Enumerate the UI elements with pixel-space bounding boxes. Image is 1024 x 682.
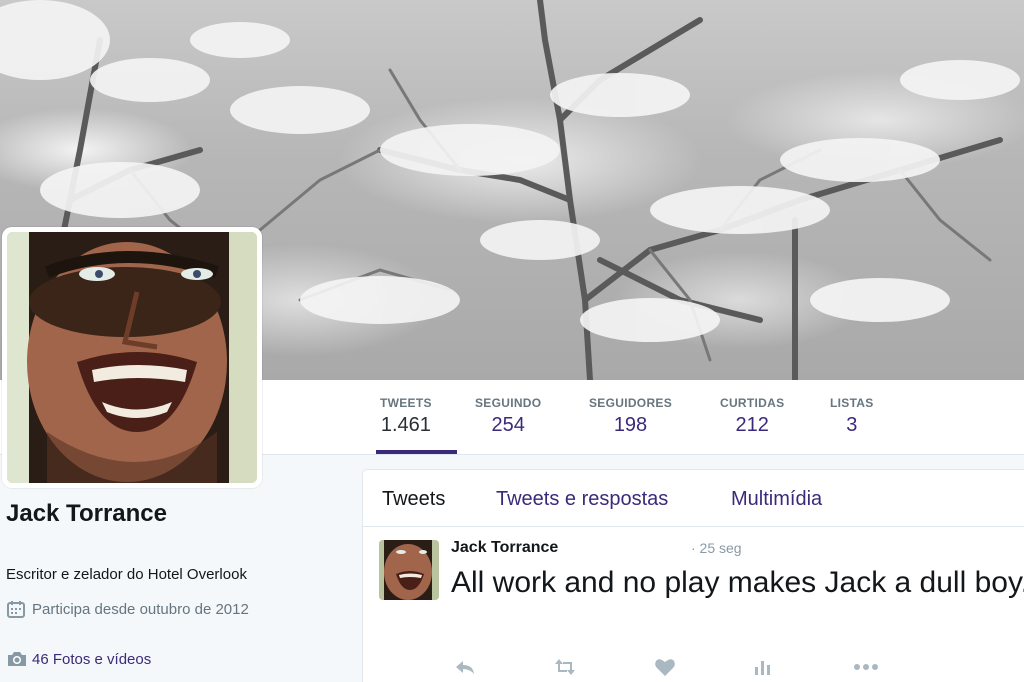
- stat-following[interactable]: SEGUINDO 254: [475, 396, 541, 437]
- avatar-photo: [7, 232, 257, 483]
- tweet-avatar[interactable]: [379, 540, 439, 600]
- photos-videos-link[interactable]: 46 Fotos e vídeos: [6, 649, 346, 669]
- stat-value: 254: [491, 414, 525, 436]
- stat-tweets[interactable]: TWEETS 1.461: [380, 396, 432, 437]
- stat-label: SEGUIDORES: [589, 396, 673, 410]
- analytics-icon[interactable]: [751, 655, 775, 679]
- stat-label: SEGUINDO: [475, 396, 542, 410]
- stat-value: 212: [735, 414, 769, 436]
- stat-lists[interactable]: LISTAS 3: [830, 396, 874, 437]
- timeline: Tweets Tweets e respostas Multimídia Jac…: [362, 469, 1024, 682]
- active-stat-indicator: [376, 450, 457, 454]
- tweet-actions: [451, 655, 891, 679]
- retweet-icon[interactable]: [553, 655, 577, 679]
- tab-media[interactable]: Multimídia: [731, 488, 822, 511]
- profile-avatar[interactable]: [2, 227, 262, 488]
- tweet-timestamp[interactable]: · 25 seg: [691, 540, 742, 556]
- camera-icon: [6, 649, 26, 669]
- profile-bio: Escritor e zelador do Hotel Overlook: [6, 566, 247, 583]
- like-icon[interactable]: [653, 655, 677, 679]
- stat-label: TWEETS: [380, 396, 432, 410]
- profile-join-date: Participa desde outubro de 2012: [6, 599, 346, 619]
- stat-followers[interactable]: SEGUIDORES 198: [589, 396, 672, 437]
- join-date-text: Participa desde outubro de 2012: [32, 600, 249, 618]
- tab-tweets-replies[interactable]: Tweets e respostas: [496, 488, 668, 511]
- photos-videos-text: 46 Fotos e vídeos: [32, 650, 152, 668]
- stat-value: 1.461: [380, 414, 431, 436]
- profile-handle: [6, 532, 346, 542]
- stat-value: 3: [846, 414, 858, 436]
- tab-tweets[interactable]: Tweets: [382, 488, 445, 511]
- more-icon[interactable]: [851, 655, 881, 679]
- tweet-item[interactable]: Jack Torrance · 25 seg All work and no p…: [363, 527, 1024, 682]
- stat-value: 198: [613, 414, 648, 436]
- tweet-text: All work and no play makes Jack a dull b…: [451, 566, 1024, 599]
- calendar-icon: [6, 599, 26, 619]
- timeline-tabs: Tweets Tweets e respostas Multimídia: [363, 470, 1024, 527]
- profile-card: Jack Torrance Escritor e zelador do Hote…: [6, 500, 346, 669]
- tweet-author[interactable]: Jack Torrance: [451, 539, 558, 557]
- stat-likes[interactable]: CURTIDAS 212: [720, 396, 784, 437]
- stat-label: LISTAS: [830, 396, 874, 410]
- reply-icon[interactable]: [453, 655, 477, 679]
- stat-label: CURTIDAS: [720, 396, 785, 410]
- profile-name: Jack Torrance: [6, 500, 167, 527]
